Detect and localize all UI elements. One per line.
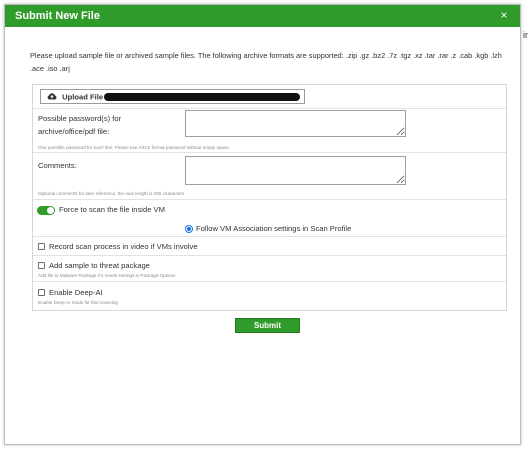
intro-text: Please upload sample file or archived sa… [30,51,502,73]
deep-ai-hint: Enable Deep-AI mode for this scanning [38,300,118,305]
deep-ai-label: Enable Deep-AI [49,288,103,297]
threat-package-hint: Add file to Malware Package if it meets … [38,273,176,278]
force-scan-toggle[interactable] [37,206,55,215]
background-text-fragment: ir [523,30,528,40]
force-scan-label: Force to scan the file inside VM [59,205,165,214]
submit-file-dialog: Submit New File × Please upload sample f… [4,4,521,445]
record-video-label: Record scan process in video if VMs invo… [49,242,198,251]
close-icon[interactable]: × [498,8,510,22]
comments-input[interactable] [185,156,406,185]
toggle-knob [47,207,54,214]
form-panel: Upload File Possible password(s) for arc… [32,84,507,311]
comments-hint: Optional comments for later reference, t… [38,191,185,196]
divider [33,236,506,237]
divider [33,199,506,200]
divider [33,108,506,109]
dialog-titlebar: Submit New File × [5,5,520,27]
deep-ai-checkbox[interactable] [38,289,45,296]
password-label: Possible password(s) for archive/office/… [38,114,122,136]
threat-package-checkbox[interactable] [38,262,45,269]
cloud-upload-icon [47,91,57,104]
threat-package-label: Add sample to threat package [49,261,150,270]
divider [33,255,506,256]
divider [33,281,506,282]
password-hint: One possible password for each line. Ple… [38,145,231,150]
vm-association-label: Follow VM Association settings in Scan P… [196,224,352,233]
divider [33,152,506,153]
comments-label: Comments: [38,161,77,170]
dialog-title: Submit New File [15,10,100,22]
submit-button[interactable]: Submit [235,318,300,333]
record-video-checkbox[interactable] [38,243,45,250]
redacted-filename [104,93,300,101]
password-input[interactable] [185,110,406,137]
upload-file-button[interactable]: Upload File [40,89,305,104]
upload-file-label: Upload File [62,92,104,102]
vm-association-radio[interactable] [185,225,193,233]
